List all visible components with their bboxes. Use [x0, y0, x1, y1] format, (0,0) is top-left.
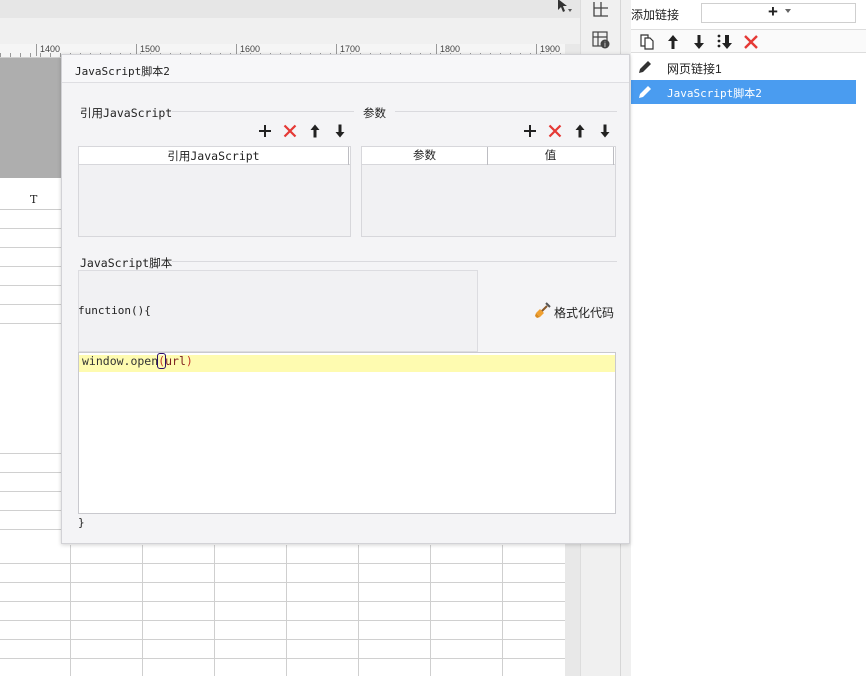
pencil-icon [639, 61, 651, 73]
cell-info-icon[interactable]: i [591, 30, 611, 50]
pencil-icon [639, 86, 651, 98]
link-item-label: 网页链接1 [667, 62, 722, 76]
move-bottom-icon[interactable] [715, 32, 735, 52]
code-editor[interactable]: window.open(url) [78, 352, 616, 514]
script-section-label: JavaScript脚本 [80, 256, 173, 270]
grid-rows-middle[interactable] [0, 435, 62, 545]
params-table[interactable]: 参数 值 [361, 146, 616, 237]
add-ref-button[interactable] [256, 122, 274, 140]
function-open-text: function(){ [78, 304, 151, 317]
chevron-down-icon [785, 9, 791, 13]
dialog-title: JavaScript脚本2 [75, 65, 170, 78]
code-paren-close: ) [185, 354, 193, 368]
delete-icon[interactable] [741, 32, 761, 52]
code-line-text: window.open(url) [82, 353, 193, 369]
svg-text:i: i [604, 41, 606, 49]
link-list-item[interactable]: 网页链接1 [631, 55, 856, 79]
plus-icon [524, 125, 536, 137]
function-close-text: } [78, 516, 85, 529]
move-up-ref-button[interactable] [306, 122, 324, 140]
params-section-label: 参数 [363, 108, 386, 120]
arrow-down-icon [600, 124, 610, 138]
move-up-param-button[interactable] [571, 122, 589, 140]
cell-layout-icon[interactable] [591, 0, 611, 20]
section-divider [395, 111, 617, 112]
move-down-ref-button[interactable] [331, 122, 349, 140]
ref-js-table[interactable]: 引用JavaScript [78, 146, 351, 237]
grid-rows-upper[interactable] [0, 210, 62, 330]
delete-icon [283, 124, 297, 138]
javascript-dialog: JavaScript脚本2 引用JavaScript 引用JavaScript … [61, 54, 630, 544]
delete-param-button[interactable] [546, 122, 564, 140]
code-function-call: window.open [82, 354, 159, 368]
arrow-up-icon [310, 124, 320, 138]
select-cursor-icon[interactable] [556, 0, 572, 14]
plus-icon: + [768, 2, 778, 21]
link-toolbar [631, 29, 866, 53]
arrow-up-icon [575, 124, 585, 138]
hyperlink-panel: 添加链接 + 网页链接1 JavaScript脚本2 [620, 0, 866, 676]
link-item-label: JavaScript脚本2 [667, 87, 762, 100]
plus-icon [259, 125, 271, 137]
move-down-icon[interactable] [689, 32, 709, 52]
ref-js-section-label: 引用JavaScript [80, 106, 173, 120]
app-window: 1400 1500 1600 1700 1800 1900 T i 添加链接 +… [0, 0, 866, 676]
ref-js-column-header[interactable]: 引用JavaScript [79, 147, 349, 165]
broom-icon [535, 302, 551, 318]
format-code-label: 格式化代码 [554, 306, 615, 320]
params-table-header: 参数 值 [362, 147, 615, 165]
link-list-item-selected[interactable]: JavaScript脚本2 [631, 80, 856, 104]
ref-js-table-header: 引用JavaScript [79, 147, 350, 165]
delete-ref-button[interactable] [281, 122, 299, 140]
code-argument: url [165, 354, 186, 368]
move-up-icon[interactable] [663, 32, 683, 52]
add-param-button[interactable] [521, 122, 539, 140]
section-divider [172, 111, 354, 112]
dialog-titlebar[interactable]: JavaScript脚本2 [62, 55, 629, 83]
sheet-toolbar-gap [0, 18, 580, 44]
copy-icon[interactable] [637, 32, 657, 52]
top-strip [0, 0, 580, 18]
grid-cells-lower[interactable] [0, 545, 565, 676]
add-link-label: 添加链接 [631, 8, 680, 22]
add-link-dropdown-button[interactable]: + [701, 2, 856, 23]
move-down-param-button[interactable] [596, 122, 614, 140]
param-name-column-header[interactable]: 参数 [362, 147, 488, 165]
arrow-down-icon [335, 124, 345, 138]
param-value-column-header[interactable]: 值 [488, 147, 614, 165]
column-header-label: T [30, 193, 38, 206]
delete-icon [548, 124, 562, 138]
section-divider [172, 261, 617, 262]
